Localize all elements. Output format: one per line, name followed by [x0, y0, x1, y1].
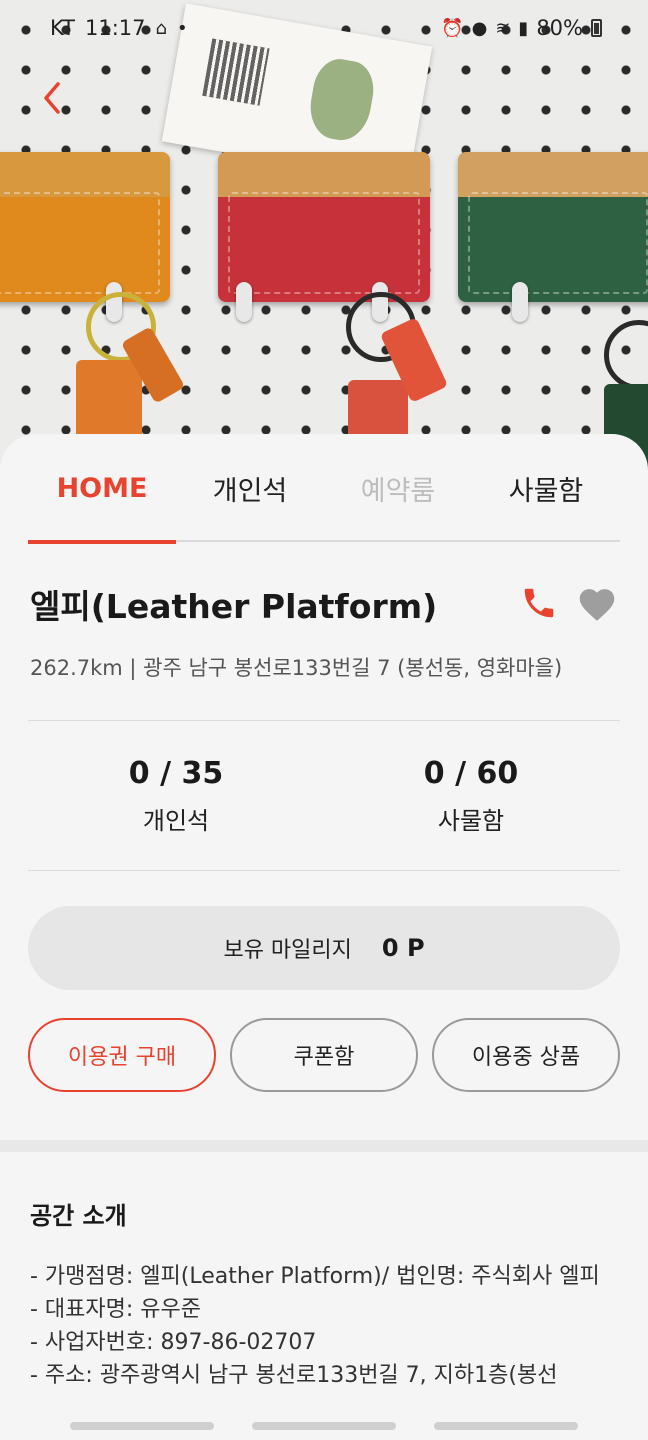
buy-pass-button[interactable]: 이용권 구매 [28, 1018, 216, 1092]
locker-stat: 0 / 60 사물함 [341, 756, 601, 836]
divider [28, 870, 620, 871]
chevron-left-icon [44, 82, 60, 114]
green-wallet-image [458, 152, 648, 302]
store-detail-sheet: HOME 개인석 예약룸 사물함 엘피(Leather Platform) 26… [0, 434, 648, 1440]
intro-line: - 주소: 광주광역시 남구 봉선로133번길 7, 지하1층(봉선 [30, 1363, 558, 1388]
intro-line: - 가맹점명: 엘피(Leather Platform)/ 법인명: 주식회사 … [30, 1264, 600, 1289]
peg-hook [512, 282, 528, 322]
peg-hook [236, 282, 252, 322]
store-hero-image [0, 0, 648, 470]
stat-label: 개인석 [142, 807, 210, 835]
intro-line: - 대표자명: 유우준 [30, 1297, 202, 1322]
carrier-label: KT [50, 16, 75, 40]
red-wallet-image [218, 152, 430, 302]
mileage-value: 0 P [381, 934, 425, 962]
back-button[interactable] [38, 78, 68, 118]
nav-back-button[interactable] [434, 1422, 578, 1430]
voicemail-icon: ⌂ [155, 17, 167, 39]
tab-personal-seat[interactable]: 개인석 [176, 434, 324, 542]
stat-value: 0 / 60 [423, 756, 519, 791]
call-button[interactable] [520, 584, 558, 622]
in-use-products-button[interactable]: 이용중 상품 [432, 1018, 620, 1092]
tab-locker[interactable]: 사물함 [472, 434, 620, 542]
stat-value: 0 / 35 [128, 756, 224, 791]
stat-label: 사물함 [437, 807, 505, 835]
mileage-box: 보유 마일리지 0 P [28, 906, 620, 990]
nav-home-button[interactable] [252, 1422, 396, 1430]
section-separator [0, 1140, 648, 1152]
store-name: 엘피(Leather Platform) [30, 587, 438, 626]
status-bar: KT 11:17 ⌂ • ⏰ ● ≋ ▮ 80% [0, 0, 648, 60]
divider [28, 720, 620, 721]
phone-icon [524, 588, 554, 618]
signal-icon: ▮ [518, 17, 529, 39]
notification-icon: • [176, 17, 188, 39]
tab-bar: HOME 개인석 예약룸 사물함 [28, 434, 620, 544]
clock: 11:17 [84, 16, 146, 40]
tab-home[interactable]: HOME [28, 434, 176, 544]
coupon-box-button[interactable]: 쿠폰함 [230, 1018, 418, 1092]
mileage-label: 보유 마일리지 [223, 938, 352, 963]
alarm-icon: ⏰ [441, 17, 464, 39]
battery-percent: 80% [536, 16, 583, 40]
keyring [604, 320, 648, 390]
location-icon: ● [471, 17, 488, 39]
favorite-button[interactable] [576, 584, 618, 622]
space-intro-text: - 가맹점명: 엘피(Leather Platform)/ 법인명: 주식회사 … [30, 1260, 622, 1392]
nav-recents-button[interactable] [70, 1422, 214, 1430]
system-nav-bar [0, 1414, 648, 1440]
handprint-logo [305, 55, 379, 145]
store-address: 262.7km | 광주 남구 봉선로133번길 7 (봉선동, 영화마을) [30, 656, 563, 680]
orange-wallet-image [0, 152, 170, 302]
wifi-icon: ≋ [495, 17, 511, 39]
space-intro-title: 공간 소개 [30, 1202, 127, 1230]
personal-seat-stat: 0 / 35 개인석 [46, 756, 306, 836]
tab-reservation-room[interactable]: 예약룸 [324, 434, 472, 542]
intro-line: - 사업자번호: 897-86-02707 [30, 1330, 317, 1355]
heart-icon [579, 589, 615, 621]
battery-icon [591, 19, 602, 37]
